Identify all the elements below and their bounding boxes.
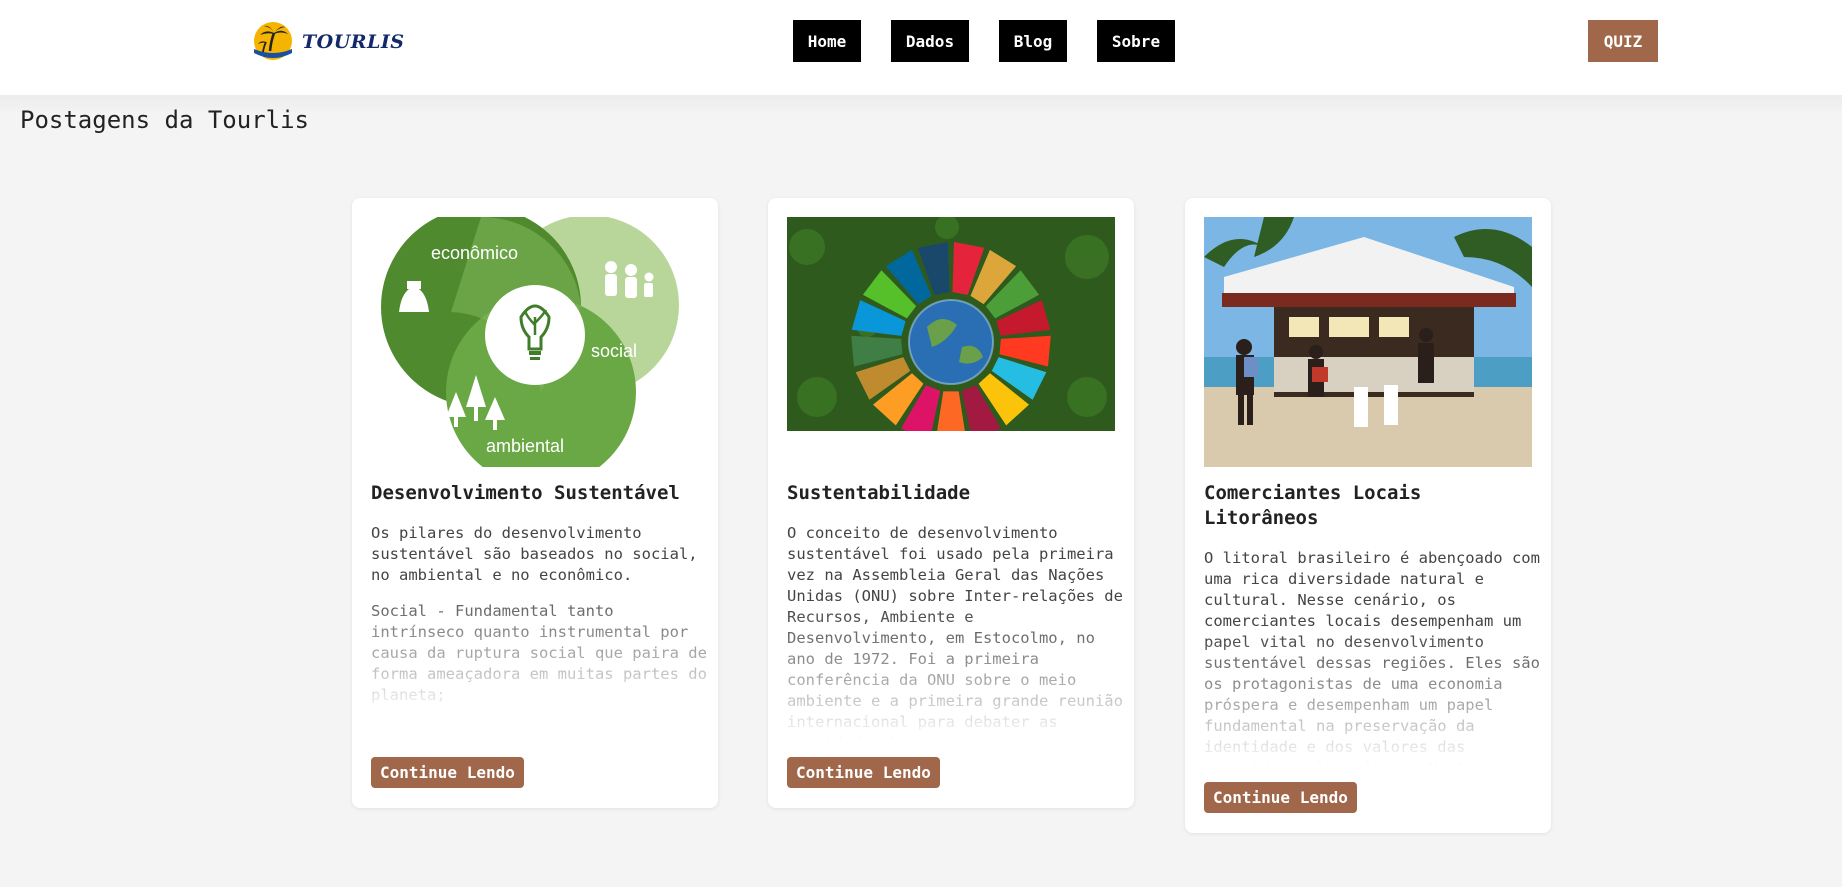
sdg-wheel-image [787, 217, 1115, 431]
post-excerpt: Os pilares do desenvolvimento sustentáve… [371, 523, 707, 723]
ambiental-label: ambiental [486, 436, 564, 456]
post-title: Comerciantes Locais Litorâneos [1204, 482, 1422, 529]
logo-wordmark: TOURLIS [302, 31, 405, 53]
post-image-beach-kiosk [1204, 217, 1532, 467]
post-card-desenvolvimento: econômico social ambiental Desenvolvimen… [352, 198, 718, 808]
post-title: Sustentabilidade [787, 482, 971, 504]
nav-dados-button[interactable]: Dados [891, 20, 969, 62]
post-image-pilares: econômico social ambiental [371, 217, 699, 467]
nav-blog-button[interactable]: Blog [999, 20, 1067, 62]
palm-tree-sun-icon [254, 22, 292, 60]
post-paragraph: O conceito de desenvolvimento sustentáve… [787, 524, 1123, 748]
post-paragraph: Os pilares do desenvolvimento sustentáve… [371, 524, 698, 584]
tourlis-logo[interactable]: TOURLIS [250, 18, 405, 66]
post-excerpt: O conceito de desenvolvimento sustentáve… [787, 523, 1123, 748]
continue-reading-button[interactable]: Continue Lendo [787, 757, 940, 788]
page-title: Postagens da Tourlis [20, 106, 309, 134]
social-label: social [591, 341, 637, 361]
nav-home-button[interactable]: Home [793, 20, 861, 62]
economico-label: econômico [431, 243, 518, 263]
post-card-comerciantes: Comerciantes Locais Litorâneos O litoral… [1185, 198, 1551, 833]
post-excerpt: O litoral brasileiro é abençoado com uma… [1204, 548, 1540, 773]
post-title: Desenvolvimento Sustentável [371, 482, 680, 504]
sustainability-pillars-diagram: econômico social ambiental [381, 217, 679, 467]
post-image-ods [787, 217, 1115, 431]
quiz-button[interactable]: QUIZ [1588, 20, 1658, 62]
nav-sobre-button[interactable]: Sobre [1097, 20, 1175, 62]
continue-reading-button[interactable]: Continue Lendo [371, 757, 524, 788]
top-navigation-bar: TOURLIS Home Dados Blog Sobre QUIZ [0, 0, 1842, 95]
post-paragraph: Social - Fundamental tanto intrínseco qu… [371, 602, 707, 704]
beach-kiosk-photo [1204, 217, 1532, 467]
post-paragraph: O litoral brasileiro é abençoado com uma… [1204, 549, 1540, 773]
post-card-sustentabilidade: Sustentabilidade O conceito de desenvolv… [768, 198, 1134, 808]
continue-reading-button[interactable]: Continue Lendo [1204, 782, 1357, 813]
